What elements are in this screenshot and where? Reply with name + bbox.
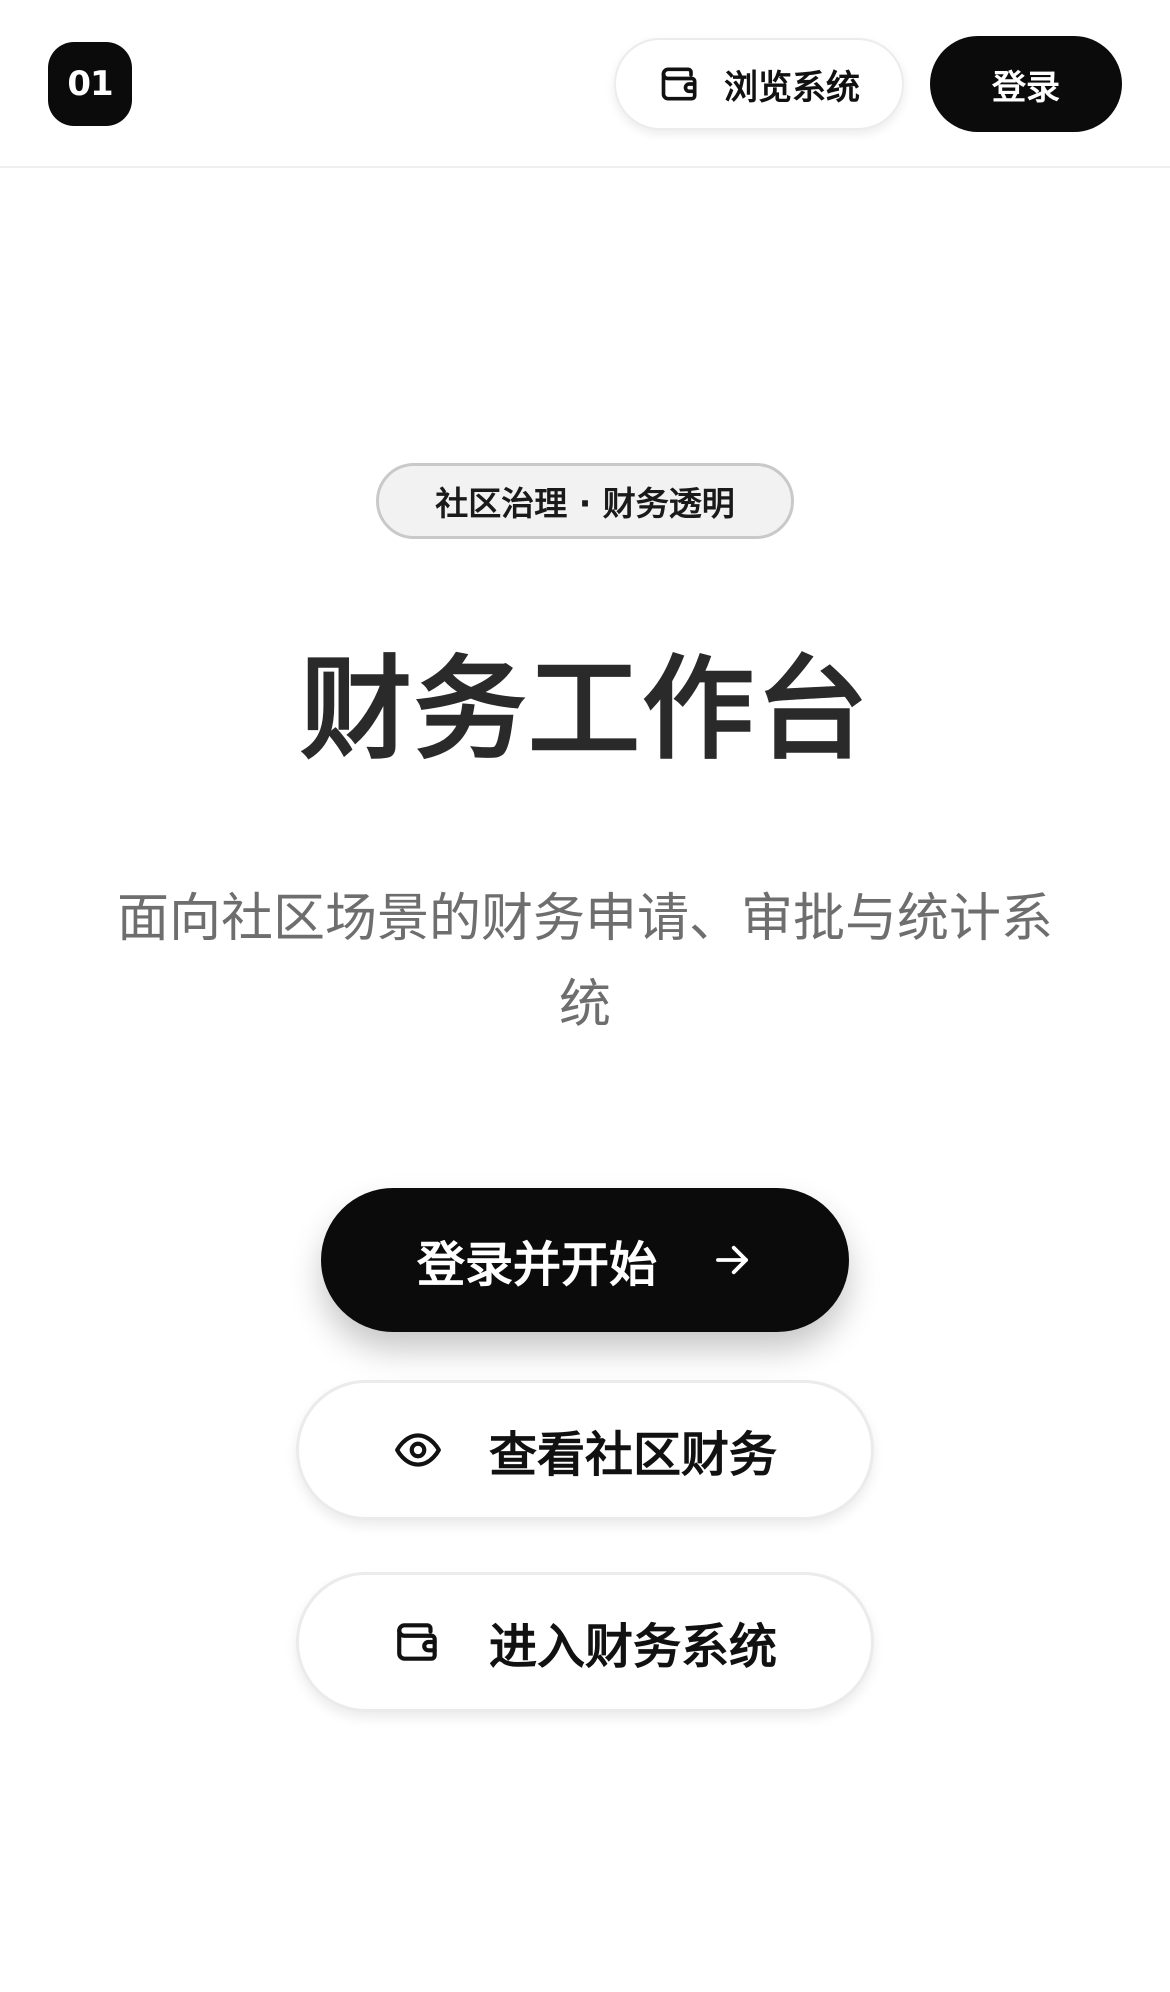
- tagline-badge-text: 社区治理 · 财务透明: [435, 484, 735, 523]
- enter-finance-system-label: 进入财务系统: [488, 1619, 777, 1675]
- browse-system-label: 浏览系统: [724, 67, 860, 108]
- browse-system-button[interactable]: 浏览系统: [614, 38, 904, 130]
- login-label: 登录: [992, 67, 1060, 108]
- view-community-finance-label: 查看社区财务: [488, 1427, 777, 1483]
- logo-text: 01: [67, 64, 113, 104]
- page-subtitle: 面向社区场景的财务申请、审批与统计系统: [116, 889, 1053, 1035]
- login-and-start-button[interactable]: 登录并开始: [321, 1188, 849, 1332]
- login-and-start-label: 登录并开始: [416, 1237, 657, 1293]
- tagline-badge: 社区治理 · 财务透明: [376, 463, 794, 539]
- wallet-icon: [397, 1623, 437, 1661]
- top-nav: 01 浏览系统 登录: [0, 0, 1170, 168]
- enter-finance-system-button[interactable]: 进入财务系统: [296, 1572, 874, 1712]
- app-logo[interactable]: 01: [48, 42, 132, 126]
- eye-icon: [395, 1433, 441, 1467]
- page-title: 财务工作台: [300, 645, 870, 775]
- login-button[interactable]: 登录: [930, 36, 1122, 132]
- arrow-right-icon: [716, 1245, 748, 1275]
- view-community-finance-button[interactable]: 查看社区财务: [296, 1380, 874, 1520]
- wallet-icon: [661, 67, 697, 101]
